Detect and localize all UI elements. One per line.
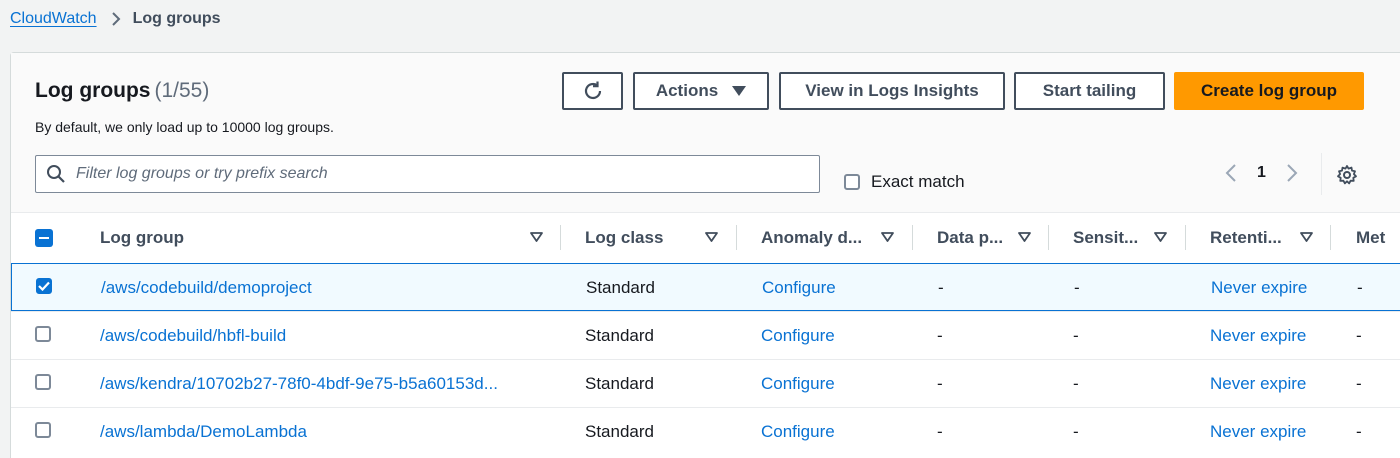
anomaly-configure-link[interactable]: Configure (761, 408, 835, 456)
log-group-count: (1/55) (154, 79, 210, 102)
column-header-metric-filter[interactable]: Met (1356, 213, 1385, 263)
log-group-link[interactable]: /aws/codebuild/hbfl-build (100, 312, 286, 360)
sensitive-data-cell: - (1073, 422, 1079, 441)
filter-input[interactable] (76, 165, 796, 183)
select-all-checkbox[interactable] (35, 229, 53, 247)
column-label: Retenti... (1210, 228, 1282, 247)
start-tailing-button[interactable]: Start tailing (1014, 72, 1165, 110)
exact-match-label: Exact match (871, 172, 965, 191)
column-divider[interactable] (1048, 225, 1049, 250)
column-label: Data p... (937, 228, 1004, 247)
checkmark-icon (38, 281, 50, 291)
column-header-log-group[interactable]: Log group (100, 213, 561, 263)
page-title: Log groups (1/55) (35, 79, 209, 103)
log-group-link[interactable]: /aws/kendra/10702b27-78f0-4bdf-9e75-b5a6… (100, 360, 498, 408)
column-header-data-protection[interactable]: Data p... (937, 213, 1049, 263)
data-protection-cell: - (938, 278, 944, 297)
column-label: Met (1356, 228, 1386, 247)
actions-label: Actions (655, 81, 719, 100)
column-header-anomaly-detection[interactable]: Anomaly d... (761, 213, 913, 263)
metric-filter-cell: - (1356, 326, 1362, 345)
search-icon (46, 164, 66, 184)
sort-caret-icon[interactable] (530, 232, 543, 242)
column-divider[interactable] (736, 225, 737, 250)
row-checkbox[interactable] (35, 374, 51, 390)
log-group-link[interactable]: /aws/lambda/DemoLambda (100, 408, 307, 456)
exact-match-toggle[interactable]: Exact match (844, 172, 965, 192)
filter-field (35, 155, 820, 193)
refresh-button[interactable] (562, 72, 623, 110)
column-label: Log class (585, 228, 664, 247)
column-divider[interactable] (560, 225, 561, 250)
caret-down-icon (732, 86, 747, 96)
chevron-right-icon (111, 11, 121, 27)
actions-dropdown-button[interactable]: Actions (633, 72, 769, 110)
sort-caret-icon[interactable] (881, 232, 894, 242)
log-class-cell: Standard (586, 278, 655, 297)
anomaly-configure-link[interactable]: Configure (762, 264, 836, 312)
metric-filter-cell: - (1356, 422, 1362, 441)
pagination: 1 (1225, 153, 1322, 195)
log-class-cell: Standard (585, 422, 654, 441)
table-row[interactable]: /aws/kendra/10702b27-78f0-4bdf-9e75-b5a6… (11, 359, 1400, 407)
data-protection-cell: - (937, 422, 943, 441)
sort-caret-icon[interactable] (1154, 232, 1167, 242)
column-divider[interactable] (912, 225, 913, 250)
panel-description: By default, we only load up to 10000 log… (35, 119, 334, 135)
retention-link[interactable]: Never expire (1210, 312, 1306, 360)
table-row[interactable]: /aws/codebuild/demoproject Standard Conf… (11, 263, 1400, 311)
retention-link[interactable]: Never expire (1210, 360, 1306, 408)
row-checkbox[interactable] (35, 422, 51, 438)
view-in-logs-insights-button[interactable]: View in Logs Insights (779, 72, 1005, 110)
sort-caret-icon[interactable] (705, 232, 718, 242)
column-label: Log group (100, 228, 185, 247)
breadcrumb-cloudwatch-link[interactable]: CloudWatch (10, 10, 97, 28)
log-groups-panel: Log groups (1/55) By default, we only loa… (10, 52, 1400, 458)
sensitive-data-cell: - (1074, 278, 1080, 297)
column-divider[interactable] (1330, 225, 1331, 250)
row-checkbox[interactable] (36, 278, 52, 294)
settings-gear-icon[interactable] (1336, 164, 1358, 186)
sort-caret-icon[interactable] (1018, 232, 1031, 242)
chevron-left-icon[interactable] (1225, 163, 1237, 183)
data-protection-cell: - (937, 374, 943, 393)
sort-caret-icon[interactable] (1300, 232, 1313, 242)
log-group-link[interactable]: /aws/codebuild/demoproject (101, 264, 312, 312)
create-log-group-button[interactable]: Create log group (1174, 72, 1364, 110)
current-page-number[interactable]: 1 (1257, 164, 1266, 182)
pagination-divider (1321, 153, 1322, 195)
table-header: Log group Log class Anomaly d... Data p.… (11, 213, 1400, 263)
anomaly-configure-link[interactable]: Configure (761, 360, 835, 408)
sensitive-data-cell: - (1073, 374, 1079, 393)
log-class-cell: Standard (585, 326, 654, 345)
log-class-cell: Standard (585, 374, 654, 393)
exact-match-checkbox[interactable] (844, 174, 860, 190)
column-divider[interactable] (1185, 225, 1186, 250)
breadcrumb: CloudWatch Log groups (10, 10, 221, 28)
column-header-retention[interactable]: Retenti... (1210, 213, 1331, 263)
sensitive-data-cell: - (1073, 326, 1079, 345)
row-checkbox[interactable] (35, 326, 51, 342)
metric-filter-cell: - (1356, 374, 1362, 393)
column-label: Anomaly d... (761, 228, 863, 247)
table-row[interactable]: /aws/codebuild/hbfl-build Standard Confi… (11, 311, 1400, 359)
breadcrumb-current: Log groups (132, 10, 221, 27)
page-title-text: Log groups (35, 79, 151, 102)
retention-link[interactable]: Never expire (1211, 264, 1307, 312)
column-header-sensitive-data[interactable]: Sensit... (1073, 213, 1186, 263)
table-row[interactable]: /aws/lambda/DemoLambda Standard Configur… (11, 407, 1400, 455)
chevron-right-icon[interactable] (1286, 163, 1298, 183)
retention-link[interactable]: Never expire (1210, 408, 1306, 456)
metric-filter-cell: - (1357, 278, 1363, 297)
column-label: Sensit... (1073, 228, 1139, 247)
anomaly-configure-link[interactable]: Configure (761, 312, 835, 360)
column-header-log-class[interactable]: Log class (585, 213, 737, 263)
data-protection-cell: - (937, 326, 943, 345)
refresh-icon (582, 80, 604, 102)
